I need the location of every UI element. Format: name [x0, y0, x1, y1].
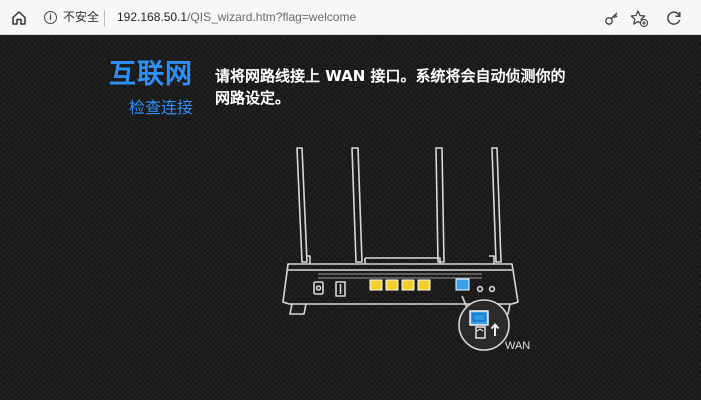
- antenna-4: [491, 147, 502, 263]
- info-icon[interactable]: i: [44, 11, 57, 24]
- router-illustration: [282, 147, 519, 351]
- antenna-1: [296, 147, 308, 263]
- address-separator: [104, 10, 105, 26]
- lan-port: [385, 279, 399, 291]
- key-icon[interactable]: [602, 8, 622, 28]
- sync-icon[interactable]: [664, 8, 684, 28]
- wan-port-label: WAN: [505, 340, 531, 352]
- security-label[interactable]: 不安全: [63, 10, 99, 25]
- lan-port: [401, 279, 415, 291]
- url-field[interactable]: 192.168.50.1/QIS_wizard.htm?flag=welcome: [117, 10, 356, 25]
- lan-ports: [369, 279, 431, 291]
- qis-wizard-page: 互联网 检查连接 请将网路线接上 WAN 接口。系统将会自动侦测你的 网路设定。: [0, 36, 701, 400]
- favorite-icon[interactable]: [629, 8, 649, 28]
- wan-port: [455, 278, 470, 291]
- home-icon[interactable]: [9, 8, 29, 28]
- lan-port: [417, 279, 431, 291]
- wan-port-callout: [458, 299, 510, 351]
- antenna-3: [435, 147, 445, 263]
- browser-address-bar: i 不安全 192.168.50.1/QIS_wizard.htm?flag=w…: [0, 0, 701, 35]
- antenna-2: [351, 147, 363, 263]
- lan-port: [369, 279, 383, 291]
- url-path: /QIS_wizard.htm?flag=welcome: [187, 10, 357, 24]
- url-host: 192.168.50.1: [117, 10, 188, 24]
